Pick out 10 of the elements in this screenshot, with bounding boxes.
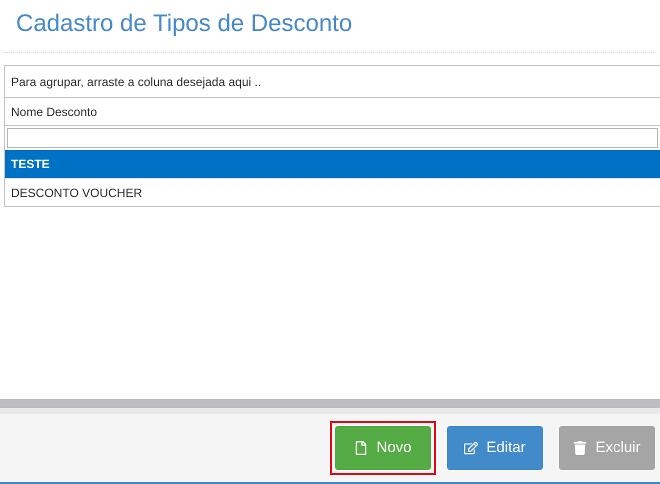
page-title: Cadastro de Tipos de Desconto [16,9,352,39]
action-button[interactable]: Editar [447,426,543,470]
table-row[interactable]: TESTE [5,150,660,178]
group-hint: Para agrupar, arraste a coluna desejada aqui .. [11,74,262,90]
edit-icon [464,441,478,455]
filter-field[interactable] [7,128,658,148]
trash-icon [573,441,588,455]
action-button[interactable]: Novo [335,426,431,470]
column-header[interactable]: Nome Desconto [11,102,98,120]
document-icon [354,441,368,455]
